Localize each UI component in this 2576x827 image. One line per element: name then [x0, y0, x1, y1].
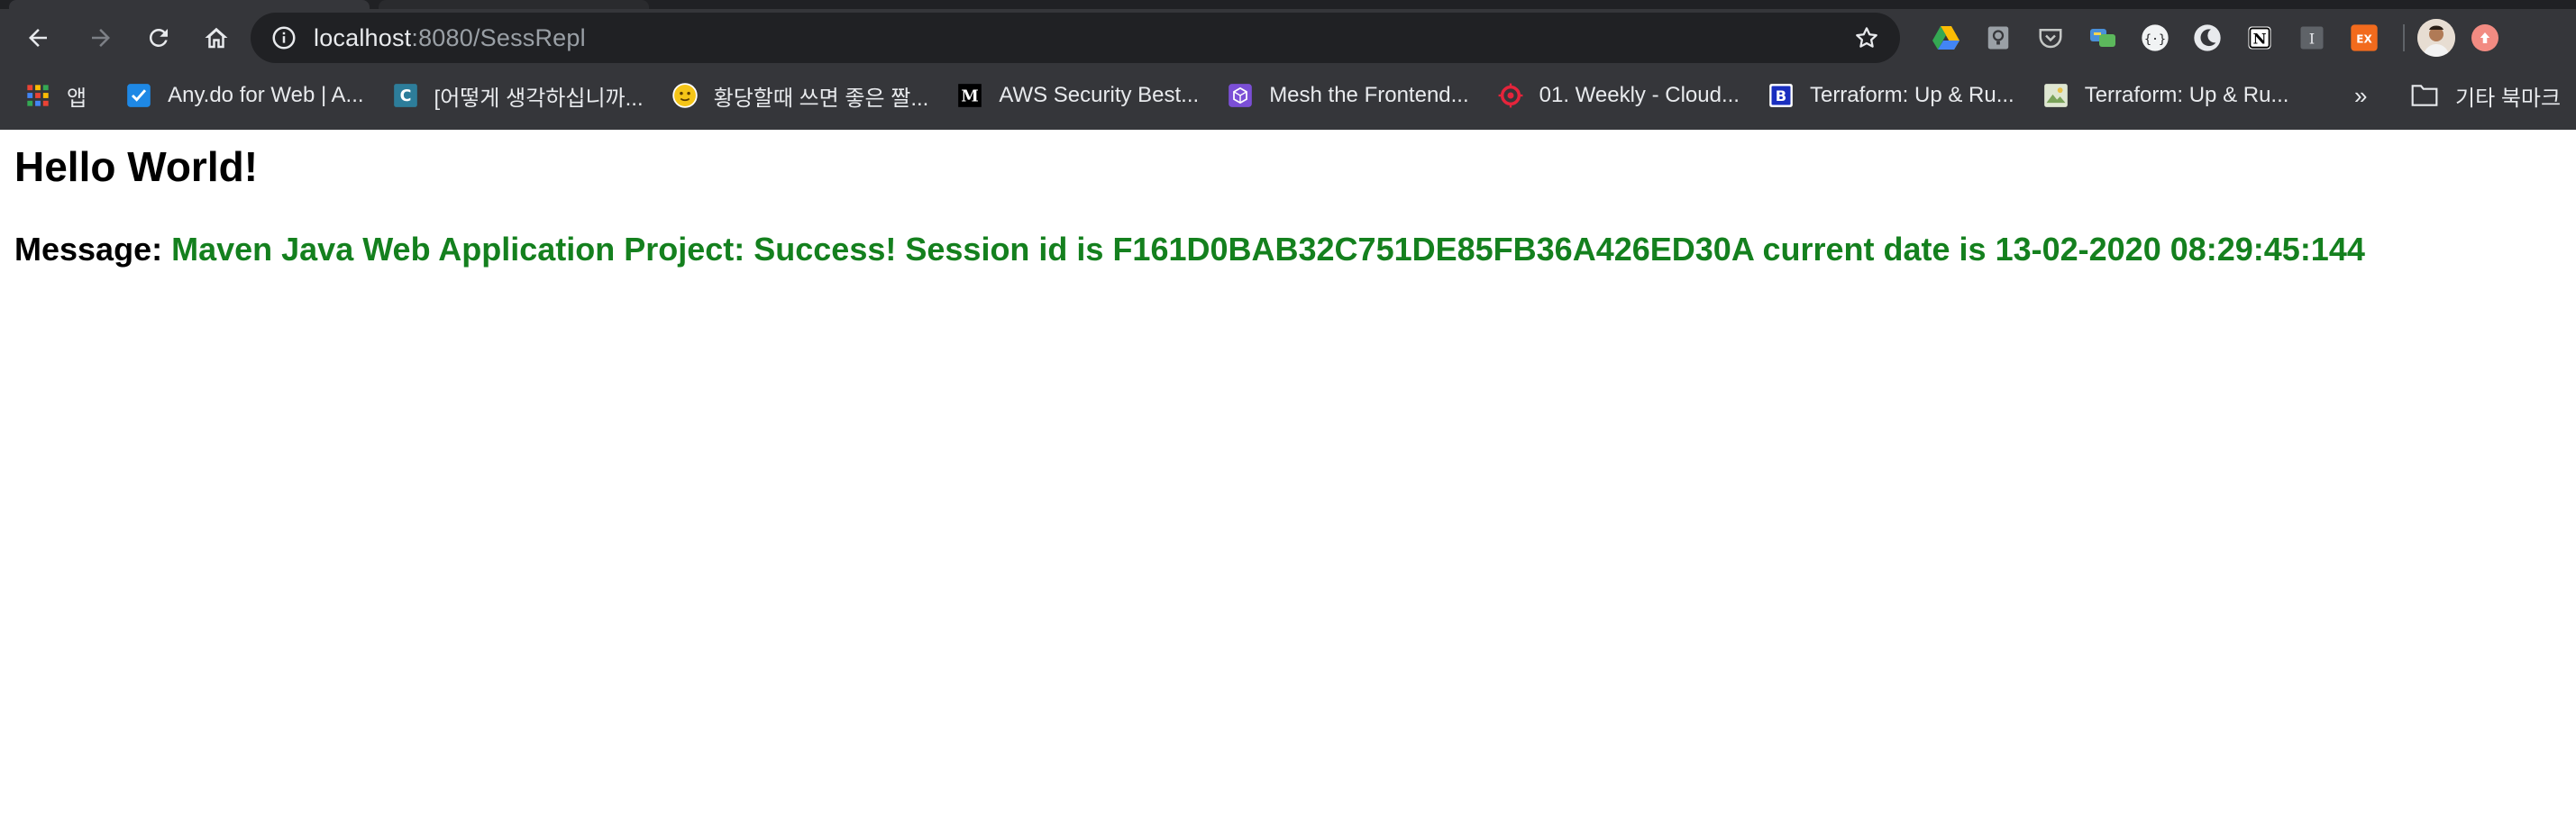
tab-strip [0, 0, 2576, 9]
bookmark-item[interactable]: 01. Weekly - Cloud... [1498, 77, 1740, 114]
bookmark-apps[interactable]: 앱 [25, 77, 87, 114]
medium-letter: M [962, 87, 979, 105]
bookmark-label: Any.do for Web | A... [168, 83, 364, 107]
bookmark-item[interactable]: B Terraform: Up & Ru... [1768, 77, 2014, 114]
url-text[interactable]: localhost:8080/SessRepl [314, 24, 586, 52]
home-icon [205, 27, 228, 49]
reload-button[interactable] [133, 13, 184, 63]
other-bookmarks-folder[interactable]: 기타 북마크 [2410, 77, 2561, 114]
bookmark-label: Terraform: Up & Ru... [2084, 83, 2289, 107]
page-content: Hello World! Message: Maven Java Web App… [0, 130, 2576, 827]
instapaper-letter: I [2309, 30, 2315, 47]
extensions-bar: {·} N I EX [1920, 19, 2498, 57]
google-drive-icon[interactable] [1932, 23, 1960, 52]
json-viewer-icon[interactable]: {·} [2141, 23, 2170, 52]
svg-text:{·}: {·} [2144, 32, 2166, 46]
bookmark-label: 앱 [67, 86, 87, 111]
target-icon [1498, 83, 1523, 108]
anydo-icon [126, 83, 151, 108]
arrow-left-icon [29, 29, 47, 47]
instapaper-icon[interactable]: I [2297, 23, 2326, 52]
image-thumb-icon [2043, 83, 2069, 108]
page-heading: Hello World! [14, 143, 259, 190]
medium-icon: M [957, 83, 982, 108]
bookmark-label: AWS Security Best... [999, 83, 1200, 107]
notion-icon[interactable]: N [2245, 23, 2274, 52]
keep-icon[interactable] [1984, 23, 2013, 52]
dark-reader-icon[interactable] [2193, 23, 2222, 52]
bookmark-item[interactable]: Terraform: Up & Ru... [2043, 77, 2289, 114]
reload-icon [149, 28, 168, 47]
home-button[interactable] [191, 13, 242, 63]
bookmark-item[interactable]: M AWS Security Best... [957, 77, 1199, 114]
bookmark-label: Terraform: Up & Ru... [1809, 83, 2014, 107]
url-path: :8080/SessRepl [411, 23, 586, 51]
bookmark-label: Mesh the Frontend... [1269, 83, 1469, 107]
folder-icon [2411, 85, 2438, 106]
c-logo-icon: C [393, 83, 418, 108]
toolbar: localhost:8080/SessRepl {·} N I EX [0, 9, 2576, 67]
ex-icon[interactable]: EX [2350, 23, 2379, 52]
bookmark-label: 황당할때 쓰면 좋은 짤... [713, 86, 929, 111]
pocket-icon[interactable] [2036, 23, 2065, 52]
message-value: Maven Java Web Application Project: Succ… [171, 231, 2365, 268]
bookmark-item[interactable]: C [어떻게 생각하십니까... [393, 77, 644, 114]
other-bookmarks-label: 기타 북마크 [2455, 86, 2562, 111]
info-icon[interactable] [270, 24, 297, 51]
tab-inactive[interactable] [379, 0, 649, 9]
bookmark-item[interactable]: Mesh the Frontend... [1228, 77, 1469, 114]
message-line: Message: Maven Java Web Application Proj… [14, 231, 2365, 268]
cube-icon [1228, 83, 1253, 108]
update-icon[interactable] [2471, 24, 2498, 51]
translate-icon[interactable] [2088, 23, 2117, 52]
c-logo-letter: C [399, 87, 411, 105]
toolbar-separator [2403, 24, 2405, 51]
b-logo-letter: B [1776, 87, 1786, 105]
b-logo-icon: B [1768, 83, 1794, 108]
message-label: Message: [14, 231, 163, 268]
bookmark-label: 01. Weekly - Cloud... [1539, 83, 1740, 107]
notion-letter: N [2253, 30, 2267, 47]
apps-grid-icon [25, 83, 50, 108]
back-button[interactable] [13, 13, 63, 63]
ex-badge-text: EX [2356, 32, 2372, 45]
bookmarks-bar: 앱 Any.do for Web | A... C [어떻게 생각하십니까...… [0, 77, 2576, 114]
bookmark-item[interactable]: 황당할때 쓰면 좋은 짤... [671, 77, 929, 114]
bookmarks-overflow-button[interactable]: » [2354, 77, 2367, 114]
emoji-face-icon [671, 83, 698, 108]
bookmark-item[interactable]: Any.do for Web | A... [126, 77, 364, 114]
browser-chrome: localhost:8080/SessRepl {·} N I EX 앱 Any… [0, 0, 2576, 130]
forward-button[interactable] [76, 13, 126, 63]
address-bar[interactable]: localhost:8080/SessRepl [251, 13, 1900, 63]
url-host: localhost [314, 23, 412, 51]
bookmark-star-icon[interactable] [1853, 24, 1880, 51]
bookmark-label: [어떻게 생각하십니까... [434, 86, 644, 111]
tab-active[interactable] [9, 0, 370, 9]
arrow-right-icon [92, 29, 110, 47]
profile-avatar[interactable] [2417, 19, 2455, 57]
